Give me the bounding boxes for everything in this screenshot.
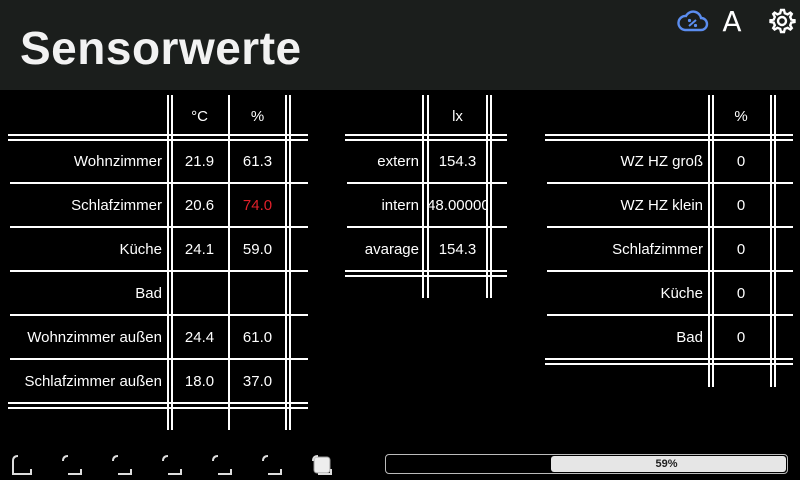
page-title: Sensorwerte: [20, 22, 302, 74]
page-indicator[interactable]: [212, 455, 232, 475]
page-indicator[interactable]: [112, 455, 132, 475]
lux-average: 154.3: [438, 240, 477, 258]
row-label-wz-hz-klein: WZ HZ klein: [620, 196, 704, 214]
row-label-wz-hz-gross: WZ HZ groß: [620, 152, 704, 170]
row-label-extern: extern: [377, 152, 419, 170]
humidity-wohnzimmer: 61.3: [242, 152, 273, 170]
humidity-wohnzimmer-aussen: 61.0: [242, 328, 273, 346]
heating-wz-hz-gross: 0: [736, 152, 746, 170]
temp-wohnzimmer-aussen: 24.4: [184, 328, 215, 346]
row-label-bad-heating: Bad: [676, 328, 703, 346]
humidity-kueche: 59.0: [242, 240, 273, 258]
heating-kueche: 0: [736, 284, 746, 302]
column-header-lux: lx: [452, 107, 463, 125]
table-divider: [545, 363, 793, 365]
row-label-kueche-heating: Küche: [660, 284, 703, 302]
column-header-temperature: °C: [191, 107, 208, 125]
row-label-intern: intern: [381, 196, 419, 214]
table-divider: [486, 95, 488, 298]
row-label-kueche: Küche: [119, 240, 162, 258]
settings-gear-icon[interactable]: [765, 4, 799, 38]
table-divider: [289, 95, 291, 430]
page-indicator[interactable]: [262, 455, 282, 475]
header-bar: Sensorwerte A: [0, 0, 800, 90]
row-label-bad: Bad: [135, 284, 162, 302]
heating-schlafzimmer: 0: [736, 240, 746, 258]
row-label-average: avarage: [364, 240, 419, 258]
row-label-wohnzimmer-aussen: Wohnzimmer außen: [27, 328, 162, 346]
humidity-bad: [230, 271, 285, 315]
heating-bad: 0: [736, 328, 746, 346]
lux-intern: 48.000000: [429, 183, 486, 227]
temp-schlafzimmer-aussen: 18.0: [184, 372, 215, 390]
page-indicator-active[interactable]: [312, 455, 332, 475]
lux-extern: 154.3: [438, 152, 477, 170]
column-header-heating-percent: %: [734, 107, 748, 125]
row-label-wohnzimmer: Wohnzimmer: [73, 152, 162, 170]
font-a-icon[interactable]: A: [718, 4, 746, 38]
lux-intern-value: 48.000000: [429, 196, 486, 214]
table-divider: [8, 407, 308, 409]
heating-wz-hz-klein: 0: [736, 196, 746, 214]
table-divider: [345, 275, 507, 277]
temp-bad: [171, 271, 228, 315]
page-indicator[interactable]: [12, 455, 32, 475]
humidity-schlafzimmer-alert: 74.0: [242, 196, 273, 214]
humidity-schlafzimmer-aussen: 37.0: [242, 372, 273, 390]
page-indicator[interactable]: [162, 455, 182, 475]
page-indicator[interactable]: [62, 455, 82, 475]
column-header-humidity: %: [250, 107, 265, 125]
row-label-schlafzimmer: Schlafzimmer: [71, 196, 162, 214]
progress-label: 59%: [655, 458, 678, 470]
temp-schlafzimmer: 20.6: [184, 196, 215, 214]
table-divider: [285, 95, 287, 430]
table-divider: [422, 95, 424, 298]
temp-kueche: 24.1: [184, 240, 215, 258]
cloud-sync-icon[interactable]: [676, 4, 710, 38]
temp-wohnzimmer: 21.9: [184, 152, 215, 170]
row-label-schlafzimmer-aussen: Schlafzimmer außen: [24, 372, 162, 390]
progress-bar: 59%: [385, 454, 788, 474]
table-divider: [167, 95, 169, 430]
row-label-schlafzimmer-heating: Schlafzimmer: [612, 240, 703, 258]
table-divider: [490, 95, 492, 298]
